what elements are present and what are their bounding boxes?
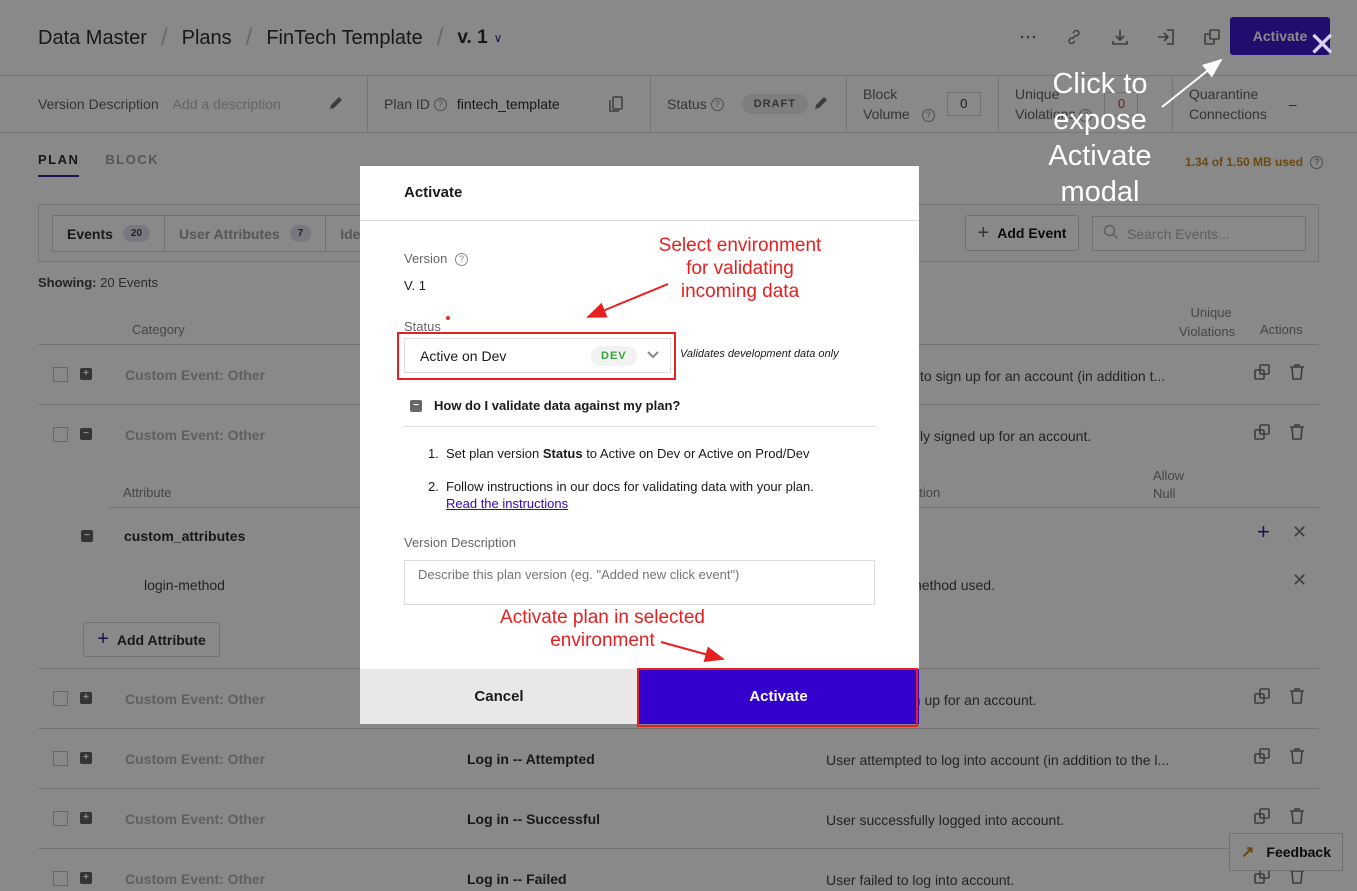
step-number: 2. xyxy=(428,479,439,494)
status-hint: Validates development data only xyxy=(680,348,839,360)
faq-toggle[interactable]: − How do I validate data against my plan… xyxy=(410,398,680,413)
instruction-step: 2. Follow instructions in our docs for v… xyxy=(428,478,814,512)
divider xyxy=(404,426,875,427)
annotation-select-environment: Select environment for validating incomi… xyxy=(658,235,822,302)
step-text: Set plan version Status to Active on Dev… xyxy=(446,446,810,461)
version-description-input[interactable] xyxy=(404,560,875,605)
step-number: 1. xyxy=(428,446,439,461)
step-text: Follow instructions in our docs for vali… xyxy=(446,479,814,511)
annotation-highlight-status xyxy=(397,332,676,380)
instructions-list: 1. Set plan version Status to Active on … xyxy=(428,445,814,528)
required-indicator xyxy=(446,316,450,320)
version-label-text: Version xyxy=(404,251,448,266)
help-icon[interactable]: ? xyxy=(455,253,468,267)
version-value: V. 1 xyxy=(404,278,426,293)
annotation-highlight-activate xyxy=(637,668,918,727)
modal-title: Activate xyxy=(360,166,919,221)
close-icon[interactable]: ✕ xyxy=(1308,28,1337,62)
annotation-click-activate: Click to expose Activate modal xyxy=(1048,68,1152,208)
collapse-icon: − xyxy=(410,399,422,412)
annotation-activate-plan: Activate plan in selected environment xyxy=(500,607,705,651)
instruction-step: 1. Set plan version Status to Active on … xyxy=(428,445,814,462)
version-label: Version ? xyxy=(404,251,468,267)
read-instructions-link[interactable]: Read the instructions xyxy=(446,496,568,511)
faq-title: How do I validate data against my plan? xyxy=(434,398,681,413)
description-label: Version Description xyxy=(404,535,516,550)
cancel-button[interactable]: Cancel xyxy=(360,669,638,724)
